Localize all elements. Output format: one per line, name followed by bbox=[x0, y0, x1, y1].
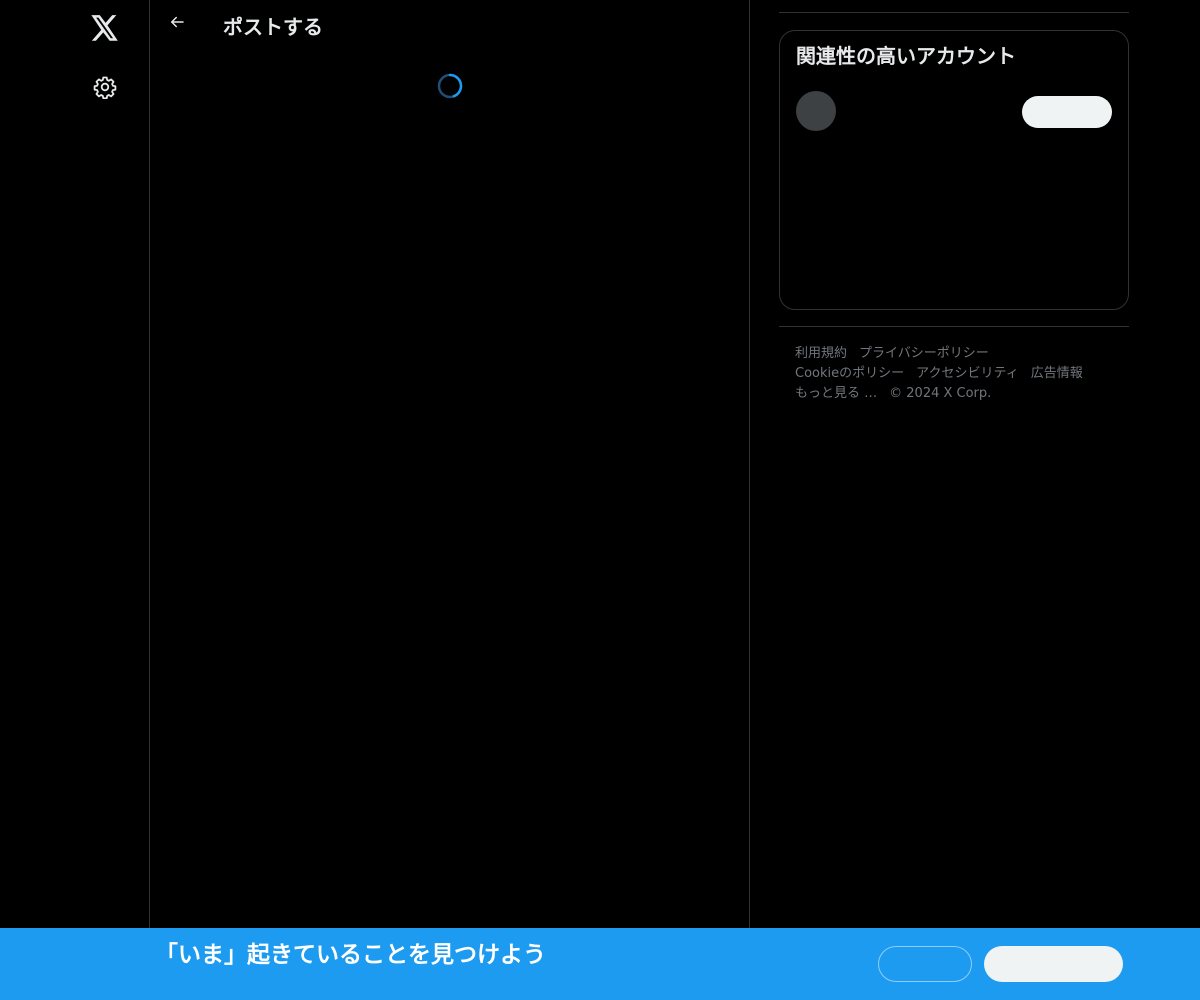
spinner-icon bbox=[437, 73, 463, 99]
divider bbox=[779, 326, 1129, 327]
left-nav bbox=[0, 0, 150, 1000]
footer-link-terms[interactable]: 利用規約 bbox=[795, 344, 847, 364]
gear-icon[interactable] bbox=[85, 67, 125, 107]
related-accounts-card: 関連性の高いアカウント bbox=[779, 30, 1129, 310]
x-logo-icon[interactable] bbox=[85, 8, 125, 48]
footer-link-more[interactable]: もっと見る … bbox=[795, 384, 877, 404]
back-button[interactable] bbox=[160, 7, 194, 41]
footer-link-privacy[interactable]: プライバシーポリシー bbox=[859, 344, 989, 364]
page: ポストする 関連性の高いアカウント 利用規約 プライバシーポリシー Cookie… bbox=[0, 0, 1200, 1000]
login-button[interactable] bbox=[878, 946, 972, 982]
signup-button[interactable] bbox=[984, 946, 1123, 982]
avatar[interactable] bbox=[796, 91, 836, 131]
banner-text: 「いま」起きていることを見つけよう bbox=[155, 942, 546, 968]
follow-button[interactable] bbox=[1022, 96, 1112, 128]
main-header: ポストする bbox=[150, 0, 749, 53]
arrow-left-icon bbox=[168, 13, 186, 35]
footer-link-cookie[interactable]: Cookieのポリシー bbox=[795, 364, 904, 384]
footer-links: 利用規約 プライバシーポリシー Cookieのポリシー アクセシビリティ 広告情… bbox=[795, 344, 1125, 404]
page-title: ポストする bbox=[223, 15, 323, 39]
signup-banner: 「いま」起きていることを見つけよう bbox=[0, 928, 1200, 1000]
footer-link-ads[interactable]: 広告情報 bbox=[1031, 364, 1083, 384]
footer-link-accessibility[interactable]: アクセシビリティ bbox=[916, 364, 1019, 384]
copyright: © 2024 X Corp. bbox=[889, 386, 992, 401]
main-column: ポストする bbox=[149, 0, 750, 1000]
divider bbox=[779, 12, 1129, 13]
related-accounts-title: 関連性の高いアカウント bbox=[796, 44, 1016, 68]
